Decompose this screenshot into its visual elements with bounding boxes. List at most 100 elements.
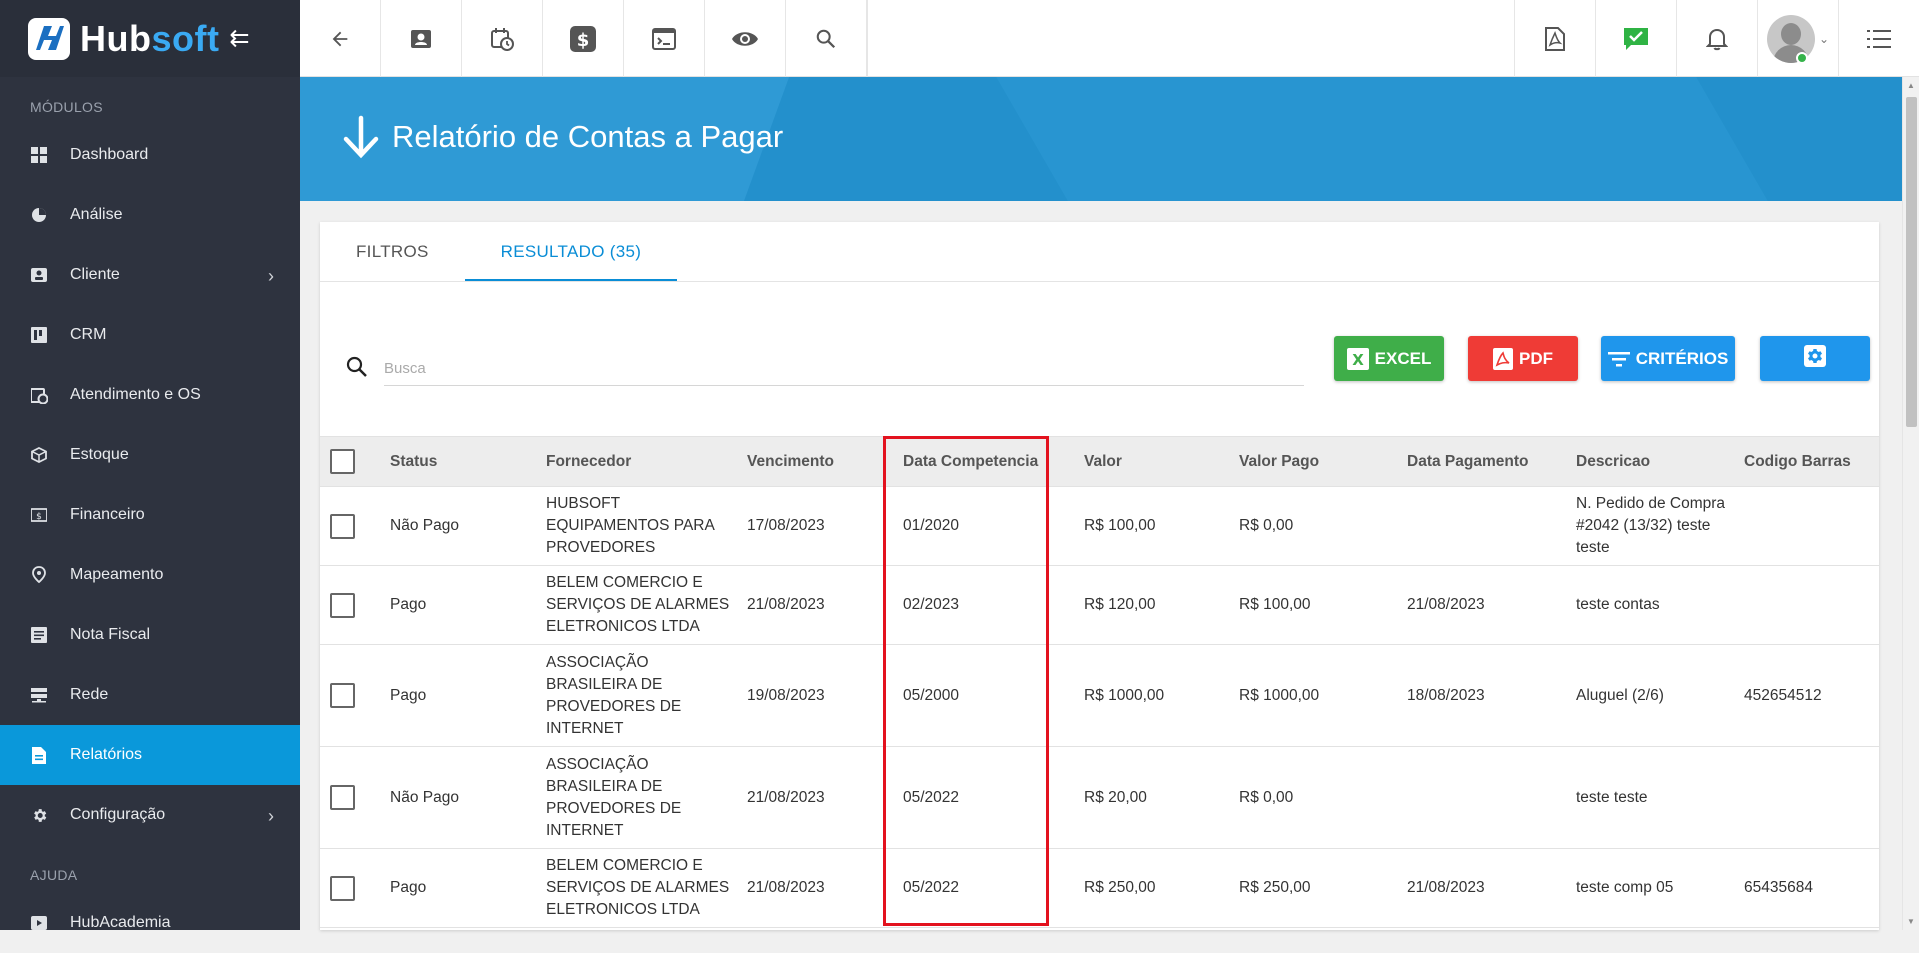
cell-data-competencia: 05/2000 [903, 686, 960, 704]
tab-resultado[interactable]: RESULTADO (35) [464, 222, 678, 281]
column-header-fornecedor[interactable]: Fornecedor [546, 451, 747, 473]
cell-vencimento: 21/08/2023 [747, 596, 825, 613]
svg-text:X: X [1352, 351, 1364, 369]
cell-data-competencia: 02/2023 [903, 596, 960, 613]
terminal-shortcut-button[interactable] [624, 0, 705, 77]
select-all-checkbox[interactable] [330, 449, 355, 474]
sidebar-item-label: Rede [70, 686, 109, 703]
sidebar-item-dashboard[interactable]: Dashboard [0, 125, 300, 185]
row-checkbox[interactable] [330, 513, 355, 539]
cell-valor-pago: R$ 0,00 [1239, 517, 1294, 534]
row-select-cell [320, 592, 390, 618]
table-row[interactable]: Pago BELEM COMERCIO E SERVIÇOS DE ALARME… [320, 566, 1879, 645]
column-header-codigo-barras[interactable]: Codigo Barras [1744, 451, 1879, 473]
sidebar-item-mapeamento[interactable]: Mapeamento [0, 545, 300, 605]
row-checkbox[interactable] [330, 683, 355, 708]
criteria-button[interactable]: CRITÉRIOS [1601, 336, 1735, 381]
table-row[interactable]: Pago BELEM COMERCIO E SERVIÇOS DE ALARME… [320, 849, 1879, 928]
top-bar: $ ⌄ [300, 0, 1919, 77]
calendar-clock-icon [30, 386, 48, 404]
column-header-status[interactable]: Status [390, 451, 546, 473]
cell-data-pagamento: 21/08/2023 [1407, 596, 1485, 613]
sidebar-section-modules: MÓDULOS [30, 99, 103, 115]
table-row[interactable]: Não Pago ASSOCIAÇÃO BRASILEIRA DE PROVED… [320, 747, 1879, 849]
export-excel-button[interactable]: X EXCEL [1334, 336, 1444, 381]
sidebar-item-nota-fiscal[interactable]: Nota Fiscal [0, 605, 300, 665]
sidebar-item-atendimento[interactable]: Atendimento e OS [0, 365, 300, 425]
sidebar-item-cliente[interactable]: Cliente › [0, 245, 300, 305]
sidebar-item-label: Configuração [70, 806, 166, 823]
clients-shortcut-button[interactable] [381, 0, 462, 77]
cell-vencimento: 21/08/2023 [747, 879, 825, 896]
terminal-icon [652, 27, 676, 50]
scroll-down-icon[interactable]: ▼ [1907, 917, 1915, 926]
row-select-cell [320, 683, 390, 708]
pdf-shortcut-button[interactable] [1514, 0, 1595, 77]
back-button[interactable] [300, 0, 381, 77]
svg-text:$: $ [577, 30, 590, 51]
sidebar-item-rede[interactable]: Rede [0, 665, 300, 725]
collapse-sidebar-icon[interactable]: ⇇ [229, 24, 249, 53]
view-shortcut-button[interactable] [705, 0, 786, 77]
sidebar-item-financeiro[interactable]: $ Financeiro [0, 485, 300, 545]
tasks-shortcut-button[interactable] [1595, 0, 1676, 77]
column-header-valor-pago[interactable]: Valor Pago [1239, 451, 1407, 473]
scrollbar-thumb[interactable] [1906, 97, 1917, 427]
money-icon: $ [30, 506, 48, 524]
list-menu-icon [1867, 29, 1891, 48]
cell-vencimento: 19/08/2023 [747, 686, 825, 704]
back-arrow-icon [332, 31, 348, 46]
play-icon [30, 914, 48, 932]
report-icon [30, 746, 48, 764]
logo-area: Hubsoft ⇇ [0, 0, 300, 77]
table-settings-button[interactable] [1760, 336, 1870, 381]
table-row[interactable]: Pago ASSOCIAÇÃO BRASILEIRA DE PROVEDORES… [320, 645, 1879, 747]
sidebar-item-analise[interactable]: Análise [0, 185, 300, 245]
main-menu-button[interactable] [1838, 0, 1919, 77]
cell-fornecedor: BELEM COMERCIO E SERVIÇOS DE ALARMES ELE… [546, 574, 730, 635]
search-input[interactable] [384, 352, 1304, 386]
arrow-down-icon [343, 115, 379, 159]
invoice-icon [30, 626, 48, 644]
cell-vencimento: 17/08/2023 [747, 517, 825, 534]
column-header-data-competencia[interactable]: Data Competencia [903, 451, 1084, 473]
finance-shortcut-button[interactable]: $ [543, 0, 624, 77]
sidebar-section-help: AJUDA [30, 867, 78, 883]
user-menu-button[interactable]: ⌄ [1757, 0, 1838, 77]
sidebar-item-configuracao[interactable]: Configuração › [0, 785, 300, 845]
notifications-button[interactable] [1676, 0, 1757, 77]
column-header-descricao[interactable]: Descricao [1576, 451, 1744, 473]
sidebar-item-crm[interactable]: CRM [0, 305, 300, 365]
row-checkbox[interactable] [330, 875, 355, 901]
map-pin-icon [30, 566, 48, 584]
cell-status: Pago [390, 879, 427, 896]
avatar [1766, 14, 1815, 63]
column-header-vencimento[interactable]: Vencimento [747, 451, 903, 473]
sidebar-item-label: Dashboard [70, 146, 149, 163]
export-pdf-button[interactable]: PDF [1468, 336, 1578, 381]
row-checkbox[interactable] [330, 785, 355, 810]
contact-card-icon [411, 29, 431, 48]
sidebar-item-label: Cliente [70, 266, 120, 283]
sidebar-item-relatorios[interactable]: Relatórios [0, 725, 300, 785]
settings-box-icon [1803, 344, 1827, 373]
scroll-up-icon[interactable]: ▲ [1907, 81, 1915, 90]
sidebar-item-estoque[interactable]: Estoque [0, 425, 300, 485]
row-checkbox[interactable] [330, 592, 355, 618]
tab-filtros[interactable]: FILTROS [320, 222, 465, 281]
page-scrollbar[interactable]: ▲ ▼ [1902, 77, 1919, 930]
schedule-shortcut-button[interactable] [462, 0, 543, 77]
cell-valor-pago: R$ 250,00 [1239, 879, 1311, 896]
sidebar-item-label: CRM [70, 326, 107, 343]
column-header-data-pagamento[interactable]: Data Pagamento [1407, 451, 1576, 473]
contact-card-icon [30, 266, 48, 284]
cell-data-pagamento: 21/08/2023 [1407, 879, 1485, 896]
column-header-valor[interactable]: Valor [1084, 451, 1239, 473]
sidebar-item-hubacademia[interactable]: HubAcademia [0, 893, 300, 953]
search-shortcut-button[interactable] [786, 0, 867, 77]
page-header: Relatório de Contas a Pagar [300, 77, 1902, 201]
export-pdf-label: PDF [1519, 348, 1553, 368]
page-title: Relatório de Contas a Pagar [340, 115, 783, 159]
sidebar-item-label: Estoque [70, 446, 129, 463]
table-row[interactable]: Não Pago HUBSOFT EQUIPAMENTOS PARA PROVE… [320, 487, 1879, 566]
